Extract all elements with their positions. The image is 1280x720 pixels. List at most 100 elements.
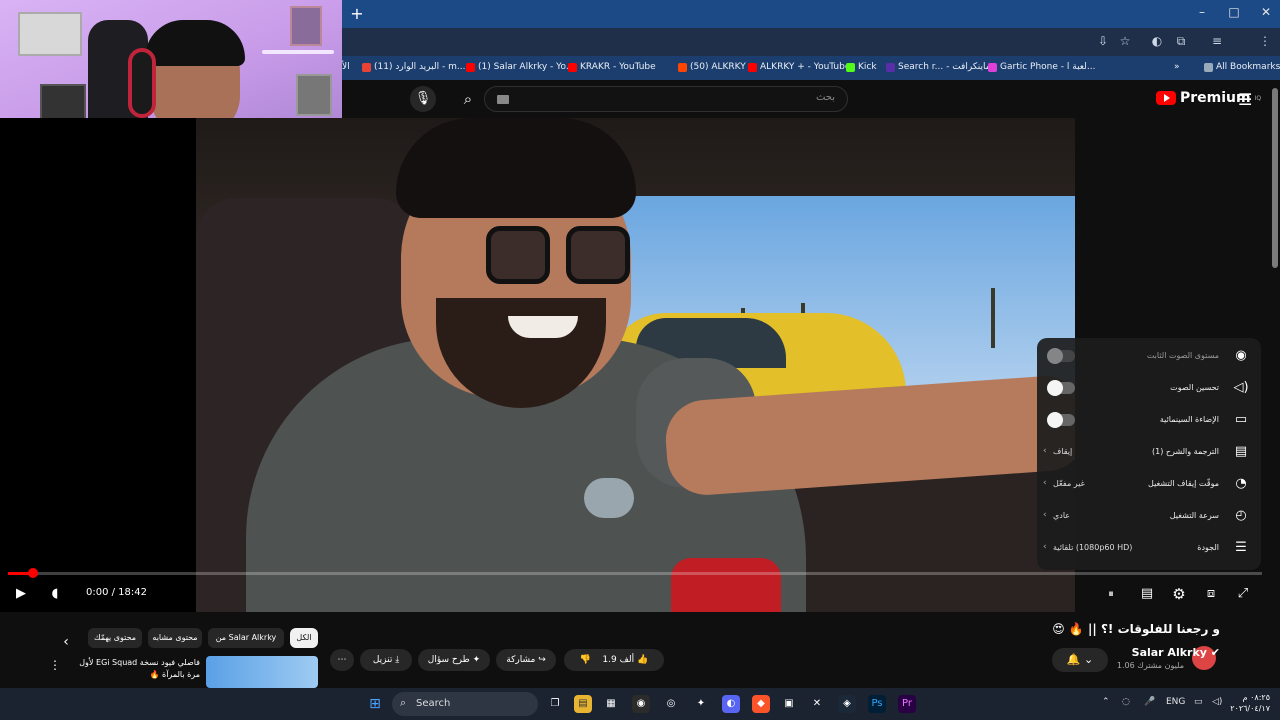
file-explorer-icon[interactable]: ▤ [574, 695, 592, 713]
ambient-mode-toggle[interactable] [1047, 412, 1075, 428]
obs-icon[interactable]: ◎ [662, 695, 680, 713]
extension-audio-icon[interactable]: ◐ [1148, 34, 1166, 48]
volume-icon[interactable]: ◖ [44, 586, 66, 601]
minimize-icon[interactable]: – [1190, 5, 1214, 19]
chevron-left-icon[interactable]: ‹ [58, 634, 74, 650]
media-player-icon[interactable]: ▣ [780, 695, 798, 713]
bookmark-item[interactable]: (50) ALKRKY [678, 62, 746, 72]
search-button[interactable]: ⌕ [454, 86, 482, 112]
driver-hair [396, 118, 636, 218]
bookmark-star-icon[interactable]: ☆ [1116, 34, 1134, 48]
video-title: و رجعنا للفلوقات !؟ || 🔥 😍 [1052, 622, 1220, 636]
new-tab-button[interactable]: + [348, 4, 366, 23]
bookmark-item[interactable]: (1) Salar Alkrky - Yo... [466, 62, 574, 72]
brave-icon[interactable]: ◆ [752, 695, 770, 713]
settings-quality[interactable]: ☰ الجودة ‹ تلقائية (1080p60 HD) [1037, 532, 1261, 564]
tray-app-icon[interactable]: ◌ [1122, 697, 1130, 707]
settings-playback-speed[interactable]: ◴ سرعة التشغيل ‹ عادي [1037, 500, 1261, 532]
voice-boost-toggle[interactable] [1047, 380, 1075, 396]
wall-shelf [262, 50, 334, 54]
sunglasses [486, 226, 646, 286]
bookmark-item[interactable]: Search r... - ماينكرافت [886, 62, 991, 72]
search-icon: ⌕ [400, 696, 407, 709]
menu-icon[interactable]: ☰ [1238, 90, 1252, 109]
ms-store-icon[interactable]: ▦ [602, 695, 620, 713]
taskbar-clock[interactable]: ٠٨:٢٥ م ٢٠٢٦/٠٤/١٧ [1230, 692, 1270, 714]
microphone-icon: 🎙 [414, 91, 432, 106]
reading-list-icon[interactable]: ≡ [1208, 34, 1226, 48]
taskbar-search[interactable]: ⌕ Search [392, 692, 538, 716]
steam-icon[interactable]: ◈ [838, 695, 856, 713]
close-icon[interactable]: ✕ [1254, 5, 1278, 19]
chip-all[interactable]: الكل [290, 628, 318, 648]
windows-start-icon[interactable]: ⊞ [366, 695, 384, 713]
premiere-icon[interactable]: Pr [898, 695, 916, 713]
bookmarks-overflow-icon[interactable]: » [1174, 62, 1180, 72]
stable-volume-toggle[interactable] [1047, 348, 1075, 364]
miniplayer-icon[interactable]: ⧈ [1200, 586, 1222, 601]
extensions-icon[interactable]: ⧉ [1172, 34, 1190, 49]
settings-sleep-timer[interactable]: ◔ موقّت إيقاف التشغيل ‹ غير مفعّل [1037, 468, 1261, 500]
share-button[interactable]: مشاركة ↪ [496, 649, 556, 671]
chip-for-you[interactable]: محتوى يهمّك [88, 628, 142, 648]
install-app-icon[interactable]: ⇩ [1094, 34, 1112, 48]
capcut-icon[interactable]: ✕ [808, 695, 826, 713]
autoplay-toggle-icon[interactable]: ⏸ [1100, 587, 1122, 601]
speaker-icon: ◁) [1233, 380, 1249, 395]
discord-icon[interactable]: ◐ [722, 695, 740, 713]
bookmark-item[interactable]: KRAKR - YouTube [568, 62, 656, 72]
bookmark-item[interactable]: Kick [846, 62, 877, 72]
bookmark-item[interactable]: Gartic Phone - لعبة ا... [988, 62, 1095, 72]
search-icon: ⌕ [463, 90, 473, 108]
more-actions-button[interactable]: ⋯ [330, 649, 354, 671]
steelseries-icon[interactable]: ✦ [692, 695, 710, 713]
like-dislike-button[interactable]: 👎 1.9 ألف 👍 [564, 649, 664, 671]
settings-subtitles[interactable]: ▤ الترجمة والشرح (1) ‹ إيقاف [1037, 436, 1261, 468]
recommended-video-thumbnail[interactable] [206, 656, 318, 688]
recommended-video-title[interactable]: فاصلي فيود نسخة EGi Squad لأول مرة بالمر… [70, 657, 200, 681]
voice-search-button[interactable]: 🎙 [410, 86, 436, 112]
subtitles-button-icon[interactable]: ▤ [1136, 586, 1158, 601]
chevron-left-icon: ‹ [1043, 542, 1047, 552]
fullscreen-icon[interactable]: ⤢ [1232, 586, 1254, 601]
play-icon[interactable]: ▶ [10, 586, 32, 601]
settings-ambient-mode[interactable]: ▭ الإضاءة السينمائية [1037, 404, 1261, 436]
channel-name[interactable]: ✔ Salar Alkrky [1132, 646, 1220, 659]
bookmark-item[interactable]: الأ [342, 62, 350, 72]
network-icon[interactable]: ▭ [1194, 697, 1203, 707]
language-indicator[interactable]: ENG [1166, 697, 1185, 707]
search-input[interactable]: بحث [484, 86, 848, 112]
chip-from-channel[interactable]: من Salar Alkrky [208, 628, 284, 648]
settings-gear-icon[interactable]: ⚙ [1168, 585, 1190, 603]
notifications-button[interactable]: 🔔 ⌄ [1052, 648, 1108, 672]
more-vertical-icon[interactable]: ⋮ [48, 658, 62, 672]
quality-icon: ☰ [1235, 540, 1247, 555]
chrome-icon[interactable]: ◉ [632, 695, 650, 713]
chip-related[interactable]: محتوى مشابه [148, 628, 202, 648]
ask-button[interactable]: طرح سؤال ✦ [418, 649, 490, 671]
bookmark-item[interactable]: ALKRKY + - YouTube [748, 62, 850, 72]
maximize-icon[interactable]: □ [1222, 5, 1246, 19]
tray-overflow-icon[interactable]: ⌃ [1102, 697, 1110, 707]
settings-stable-volume[interactable]: ◉ مستوى الصوت الثابت [1037, 340, 1261, 372]
address-bar[interactable]: ⇩ ☆ ◐ ⧉ ≡ ⋮ [342, 28, 1280, 56]
chevron-left-icon: ‹ [1043, 446, 1047, 456]
volume-tray-icon[interactable]: ◁) [1212, 697, 1222, 707]
photoshop-icon[interactable]: Ps [868, 695, 886, 713]
all-bookmarks-button[interactable]: All Bookmarks [1204, 62, 1280, 72]
headset-icon [128, 48, 156, 118]
youtube-header: 🎙 ⌕ بحث Premium IQ ☰ [342, 80, 1280, 118]
keyboard-icon[interactable] [497, 95, 509, 104]
bookmark-item[interactable]: (11) البريد الوارد - m... [362, 62, 465, 72]
streamer-bandana [145, 20, 245, 66]
driver-smile [508, 316, 578, 338]
video-player[interactable] [0, 118, 1075, 612]
download-button[interactable]: تنزيل ⤓ [360, 649, 412, 671]
settings-voice-boost[interactable]: ◁) تحسين الصوت [1037, 372, 1261, 404]
task-view-icon[interactable]: ❐ [546, 695, 564, 713]
tray-mic-icon[interactable]: 🎤 [1144, 697, 1155, 707]
collectible-box [290, 6, 322, 46]
progress-bar[interactable] [8, 568, 1262, 578]
browser-menu-icon[interactable]: ⋮ [1256, 34, 1274, 48]
page-scrollbar[interactable] [1272, 88, 1278, 268]
